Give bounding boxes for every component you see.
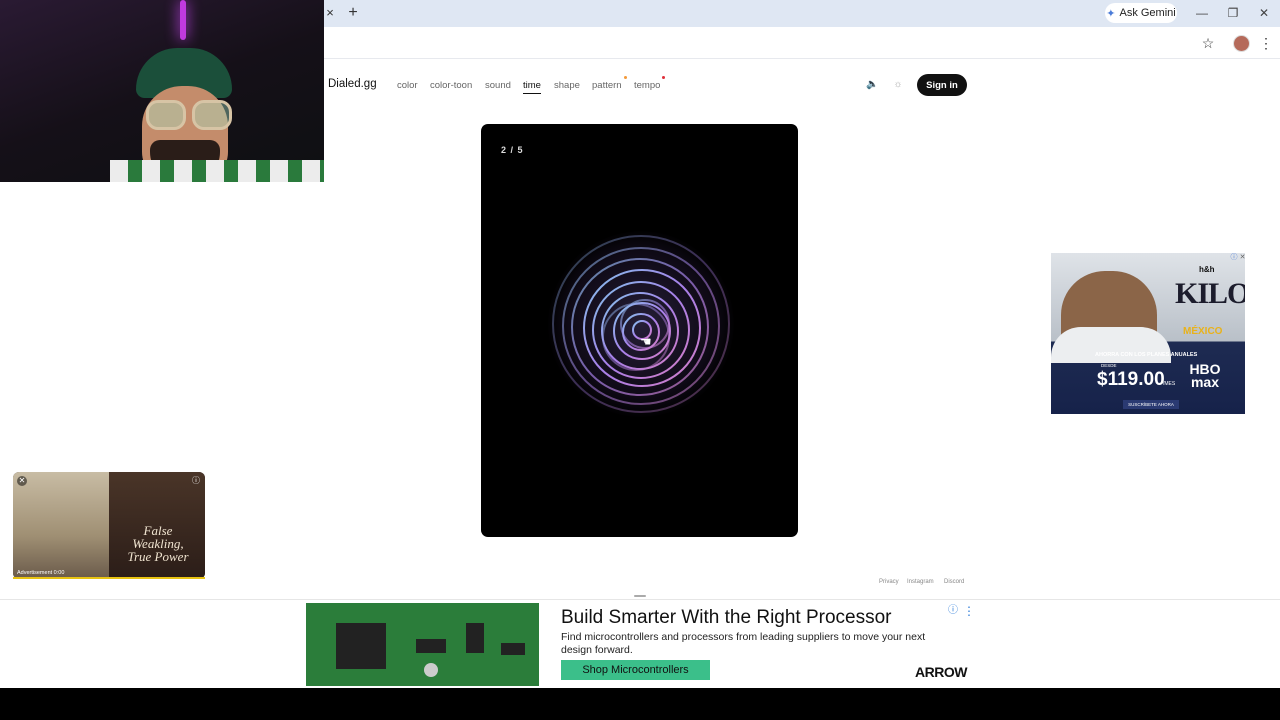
nav-color-toon[interactable]: color-toon	[430, 80, 472, 91]
banner-collapse-handle[interactable]	[634, 595, 646, 597]
circuit-chip-small	[416, 639, 446, 653]
mini-ad-progress-bar	[13, 577, 205, 579]
tempo-new-dot	[662, 76, 665, 79]
webcam-overlay	[0, 0, 324, 182]
mini-video-ad[interactable]: False Weakling, True Power	[13, 472, 205, 579]
theme-toggle-icon[interactable]: ☼	[892, 79, 904, 91]
nav-tempo[interactable]: tempo	[634, 80, 660, 91]
mini-ad-label: Advertisement 0:00	[17, 570, 65, 576]
mini-ad-close-icon[interactable]: ✕	[17, 476, 27, 486]
ad-price: $119.00	[1097, 369, 1165, 390]
letterbox-bar	[0, 688, 1280, 720]
footer-instagram-link[interactable]: Instagram	[907, 579, 934, 585]
nav-sound[interactable]: sound	[485, 80, 511, 91]
circuit-capacitor	[424, 663, 438, 677]
mouse-cursor-icon: ☚	[640, 334, 652, 349]
profile-avatar[interactable]	[1233, 35, 1250, 52]
ad-subhead: MÉXICO	[1183, 326, 1223, 337]
webcam-glasses-right	[192, 100, 232, 130]
nav-time[interactable]: time	[523, 80, 541, 94]
banner-adchoices-icon[interactable]: ⓘ	[947, 605, 959, 617]
spiral-visual[interactable]	[548, 231, 734, 417]
tab-close-icon[interactable]: ×	[324, 5, 336, 21]
banner-description: Find microcontrollers and processors fro…	[561, 631, 926, 656]
ad-close-icon[interactable]: ✕	[1239, 254, 1246, 262]
shop-microcontrollers-button[interactable]: Shop Microcontrollers	[561, 660, 710, 680]
ad-desc: AHORRA CON LOS PLANES ANUALES	[1095, 352, 1198, 358]
webcam-neon-light	[180, 0, 186, 40]
mini-ad-title: False Weakling, True Power	[127, 523, 189, 564]
ask-gemini-button[interactable]: ✦ Ask Gemini	[1105, 3, 1177, 23]
ad-headline: KILOS	[1175, 277, 1245, 310]
circuit-chip	[336, 623, 386, 669]
nav-color[interactable]: color	[397, 80, 418, 91]
sign-in-button[interactable]: Sign in	[917, 74, 967, 96]
gemini-icon: ✦	[1106, 7, 1116, 20]
ad-hbo-logo: HBO max	[1189, 361, 1221, 390]
arrow-logo[interactable]: ARROW	[915, 664, 967, 680]
footer-privacy-link[interactable]: Privacy	[879, 579, 899, 585]
mini-ad-info-icon[interactable]: ⓘ	[191, 476, 201, 486]
webcam-person-shirt	[110, 160, 324, 182]
ad-from: DESDE	[1101, 363, 1117, 368]
circuit-component	[466, 623, 484, 653]
ad-hh-logo: h&h	[1199, 265, 1215, 274]
window-close-button[interactable]: ✕	[1252, 5, 1276, 21]
mini-ad-scene	[13, 472, 109, 579]
browser-menu-icon[interactable]: ⋮	[1259, 34, 1273, 52]
banner-title[interactable]: Build Smarter With the Right Processor	[561, 607, 892, 629]
minimize-button[interactable]: —	[1190, 5, 1214, 21]
side-advertisement[interactable]: h&h KILOS MÉXICO AHORRA CON LOS PLANES A…	[1051, 253, 1245, 414]
footer-discord-link[interactable]: Discord	[944, 579, 964, 585]
sound-toggle-icon[interactable]: 🔈	[866, 79, 878, 91]
restore-button[interactable]: ❐	[1221, 5, 1245, 21]
ad-subscribe-button[interactable]: SUSCRÍBETE AHORA	[1123, 400, 1179, 409]
circuit-component	[501, 643, 525, 655]
banner-circuit-board-image[interactable]	[306, 603, 539, 686]
ask-gemini-label: Ask Gemini	[1119, 7, 1176, 19]
adchoices-icon[interactable]: ⓘ	[1230, 254, 1238, 262]
banner-more-icon[interactable]: ⋮	[963, 604, 975, 618]
new-tab-button[interactable]: +	[345, 4, 361, 22]
banner-divider	[0, 599, 1280, 600]
site-logo[interactable]: Dialed.gg	[328, 78, 377, 90]
webcam-glasses-left	[146, 100, 186, 130]
ad-per-month: /MES	[1163, 381, 1176, 387]
round-counter: 2 / 5	[501, 145, 524, 155]
bookmark-star-icon[interactable]: ☆	[1200, 35, 1216, 51]
pattern-new-dot	[624, 76, 627, 79]
nav-shape[interactable]: shape	[554, 80, 580, 91]
nav-pattern[interactable]: pattern	[592, 80, 622, 91]
